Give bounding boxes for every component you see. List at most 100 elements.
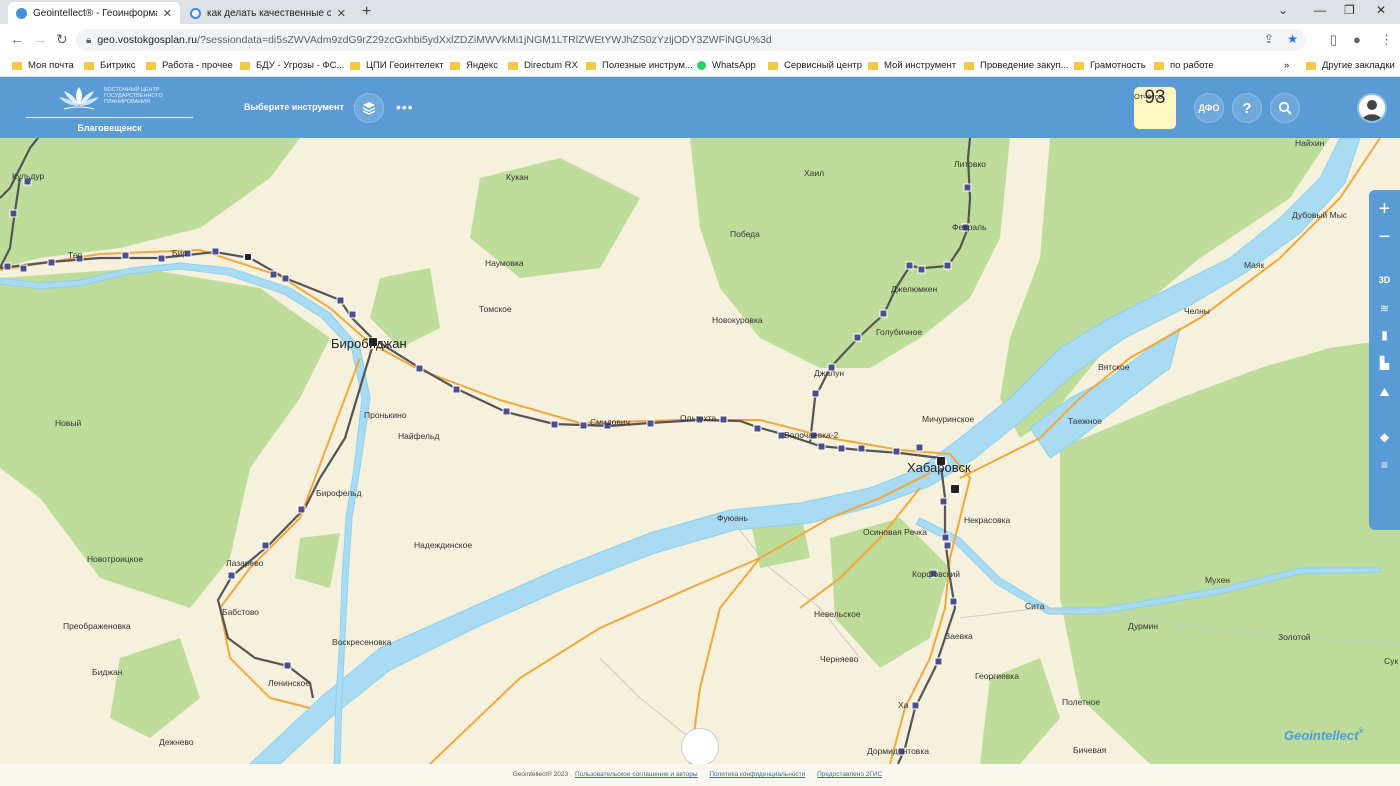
traffic-light-icon[interactable]: ▮ (1369, 328, 1400, 342)
map-label: Фуюань (717, 513, 748, 523)
folder-icon (1074, 61, 1084, 70)
close-tab-icon[interactable]: ✕ (337, 7, 346, 20)
restore-button[interactable]: ❐ (1344, 3, 1355, 17)
layers-button[interactable] (354, 93, 384, 123)
tab-geointellect[interactable]: Geointellect® - Геоинформацио ✕ (8, 2, 180, 24)
layers-icon (362, 102, 376, 115)
more-button[interactable]: ••• (396, 99, 414, 115)
map-label: Золотой (1278, 632, 1311, 642)
reload-icon[interactable]: ↻ (56, 31, 68, 48)
folder-icon (240, 61, 250, 70)
factory-icon[interactable]: ▙ (1369, 356, 1400, 370)
sidepanel-icon[interactable]: ▯ (1330, 32, 1337, 48)
map-label: Лазарево (226, 558, 264, 568)
close-tab-icon[interactable]: ✕ (163, 7, 172, 20)
map-label: Заевка (945, 631, 973, 641)
map-label: Бичевая (1073, 745, 1107, 755)
map-label: Полетное (1062, 697, 1101, 707)
browser-tab-bar: Geointellect® - Геоинформацио ✕ как дела… (0, 0, 1400, 24)
map-label: Голубичное (876, 327, 923, 337)
other-bookmarks[interactable]: Другие закладки (1306, 60, 1395, 71)
bookmarks-overflow-button[interactable]: » (1284, 60, 1289, 71)
bookmark-item[interactable]: БДУ - Угрозы - ФС... (240, 60, 344, 71)
map-label: Дежнево (159, 737, 194, 747)
folder-icon (146, 61, 156, 70)
bookmark-item[interactable]: Directum RX (508, 60, 578, 71)
city-label-khabarovsk: Хабаровск (907, 460, 971, 475)
divider (26, 117, 193, 118)
geointellect-brand-logo: Geointellect® (1284, 728, 1364, 743)
user-avatar[interactable] (1357, 93, 1387, 123)
profile-icon[interactable]: ● (1353, 32, 1361, 47)
forward-icon[interactable]: → (33, 31, 47, 47)
map-label: Мичуринское (922, 414, 975, 424)
tab-search-icon[interactable]: ⌄ (1278, 3, 1288, 17)
terrain-icon[interactable]: ⛰︎ (1369, 385, 1400, 400)
minimap-compass[interactable] (681, 728, 719, 764)
layers-stack-icon[interactable]: ≡ (1369, 458, 1400, 472)
bookmark-item[interactable]: Мой инструмент (868, 60, 956, 71)
footer: Geointellect® 2023 Пользовательское согл… (0, 764, 1400, 786)
folder-icon (84, 61, 94, 70)
map-label: Таежное (1068, 416, 1103, 426)
bookmark-item[interactable]: Яндекс (450, 60, 498, 71)
3d-button[interactable]: 3D (1369, 275, 1400, 285)
org-name: ВОСТОЧНЫЙ ЦЕНТР ГОСУДАРСТВЕННОГО ПЛАНИРО… (104, 87, 163, 105)
map-label: Кукан (506, 172, 529, 182)
bookmark-item[interactable]: WhatsApp (697, 60, 756, 71)
dfo-button[interactable]: ДФО (1194, 93, 1224, 123)
map-label: Джелюмкен (891, 284, 938, 294)
back-icon[interactable]: ← (10, 31, 24, 47)
whatsapp-icon (697, 61, 706, 70)
share-icon[interactable]: ⇪ (1264, 32, 1274, 46)
menu-icon[interactable]: ⋮ (1380, 32, 1393, 48)
ruler-icon[interactable]: ◆ (1369, 430, 1400, 444)
map-label: Сук (1384, 656, 1399, 666)
map-label: Некрасовка (964, 515, 1011, 525)
lotus-logo-icon (59, 87, 99, 110)
help-button[interactable]: ? (1232, 93, 1262, 123)
close-window-button[interactable]: ✕ (1376, 3, 1386, 17)
region-name[interactable]: Благовещенск (26, 123, 193, 133)
map-label: Черняево (820, 654, 859, 664)
map-view[interactable]: Кульдур Теп Бир Кукан Хаил Победа Наумов… (0, 138, 1400, 764)
folder-icon (586, 61, 596, 70)
bookmark-item[interactable]: Полезные инструм... (586, 60, 693, 71)
zoom-out-button[interactable]: − (1369, 226, 1400, 249)
bookmark-item[interactable]: Работа - прочее (146, 60, 233, 71)
bookmark-item[interactable]: Грамотность (1074, 60, 1146, 71)
map-label: Томское (479, 304, 512, 314)
folder-icon (868, 61, 878, 70)
minimize-button[interactable]: — (1314, 3, 1326, 17)
map-label: Новотроицкое (87, 554, 144, 564)
bookmark-item[interactable]: ЦПИ Геоинтелект (350, 60, 444, 71)
tool-select[interactable]: Выберите инструмент▼ (244, 102, 360, 112)
wind-icon[interactable]: ≋ (1369, 302, 1400, 315)
logo[interactable]: ВОСТОЧНЫЙ ЦЕНТР ГОСУДАРСТВЕННОГО ПЛАНИРО… (26, 83, 193, 133)
browser-toolbar: ← → ↻ 🔒︎ geo.vostokgosplan.ru/?sessionda… (0, 24, 1400, 56)
agreement-link[interactable]: Пользовательское соглашение и авторы (575, 771, 698, 778)
map-label: Бабстово (222, 607, 260, 617)
bookmark-item[interactable]: Моя почта (12, 60, 74, 71)
privacy-link[interactable]: Политика конфиденциальности (709, 771, 805, 778)
bookmark-item[interactable]: Битрикс (84, 60, 136, 71)
zoom-in-button[interactable]: + (1369, 198, 1400, 221)
bookmark-item[interactable]: по работе (1154, 60, 1214, 71)
search-button[interactable] (1270, 93, 1300, 123)
folder-icon (964, 61, 974, 70)
folder-icon (508, 61, 518, 70)
map-canvas (0, 138, 1400, 764)
map-label: Корфовский (912, 569, 961, 579)
provider-link[interactable]: Предоставлено 2ГИС (817, 771, 882, 778)
map-label: Волочаевка-2 (784, 430, 839, 440)
map-label: Воскресеновка (332, 637, 392, 647)
url-path: /?sessiondata=di5sZWVAdm9zdG9rZ29zcGxhbi… (197, 34, 772, 46)
bookmark-star-icon[interactable]: ★ (1287, 32, 1298, 46)
bookmark-item[interactable]: Сервисный центр (768, 60, 862, 71)
folder-icon (450, 61, 460, 70)
address-bar[interactable]: 🔒︎ geo.vostokgosplan.ru/?sessiondata=di5… (76, 29, 1306, 51)
bookmark-item[interactable]: Проведение закуп... (964, 60, 1068, 71)
tab-google-search[interactable]: как делать качественные снимк ✕ (182, 2, 354, 24)
reports-counter[interactable]: Отчётов 93 (1134, 87, 1176, 129)
new-tab-button[interactable]: + (362, 3, 371, 21)
